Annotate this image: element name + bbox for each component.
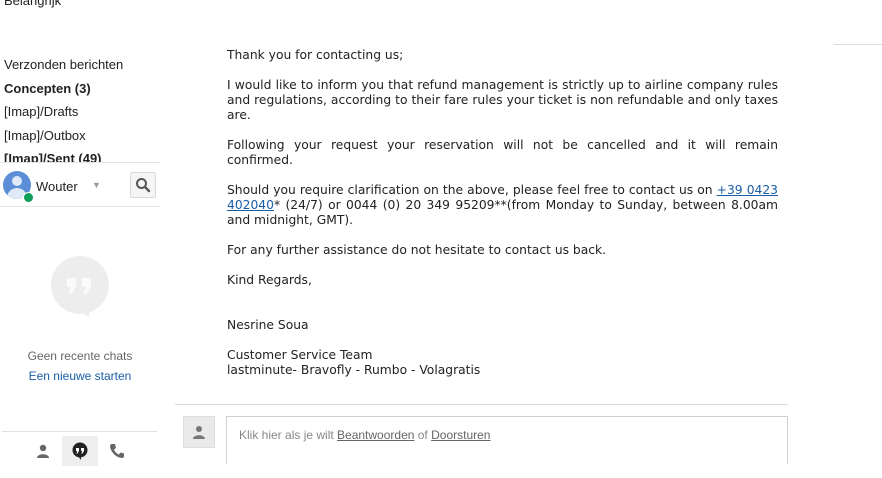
divider <box>0 206 160 207</box>
no-recent-chats-text: Geen recente chats <box>27 349 133 363</box>
sender-name: Nesrine Soua <box>227 318 309 332</box>
person-icon <box>193 426 205 439</box>
search-icon <box>136 178 151 193</box>
avatar <box>183 416 215 448</box>
reply-prompt-text: of <box>414 428 432 442</box>
forward-link[interactable]: Doorsturen <box>431 428 490 442</box>
message-paragraph: For any further assistance do not hesita… <box>227 243 607 257</box>
sender-team: Customer Service Team <box>227 348 373 362</box>
divider <box>175 404 788 405</box>
message-paragraph: Should you require clarification on the … <box>227 183 778 228</box>
reply-prompt-text: Klik hier als je wilt <box>239 428 338 442</box>
folder-item-imap-sent[interactable]: [Imap]/Sent (49) <box>4 151 102 162</box>
sender-brands: lastminute- Bravofly - Rumbo - Volagrati… <box>227 363 481 377</box>
divider <box>2 431 157 432</box>
folder-list: Belangrijk Verzonden berichten Concepten… <box>0 0 160 162</box>
folder-item-imap-drafts[interactable]: [Imap]/Drafts <box>4 104 78 119</box>
chat-user-name[interactable]: Wouter <box>36 179 78 194</box>
left-sidebar: Belangrijk Verzonden berichten Concepten… <box>0 0 160 478</box>
phone-icon <box>110 444 124 458</box>
person-icon <box>37 444 49 458</box>
message-greeting: Thank you for contacting us; <box>227 48 404 62</box>
start-new-chat-link[interactable]: Een nieuwe starten <box>0 369 160 383</box>
message-body: Thank you for contacting us; I would lik… <box>227 48 778 378</box>
message-text: Should you require clarification on the … <box>227 183 717 197</box>
presence-indicator <box>23 192 34 203</box>
tab-contacts[interactable] <box>25 436 61 466</box>
folder-item-belangrijk[interactable]: Belangrijk <box>4 0 61 8</box>
tab-hangouts[interactable] <box>62 436 98 466</box>
divider <box>0 162 160 163</box>
reply-link[interactable]: Beantwoorden <box>337 428 414 442</box>
message-paragraph: Following your request your reservation … <box>227 138 778 167</box>
chevron-down-icon[interactable]: ▼ <box>92 180 101 190</box>
folder-item-imap-outbox[interactable]: [Imap]/Outbox <box>4 128 86 143</box>
chat-user-row: Wouter ▼ <box>0 166 160 206</box>
hangouts-icon <box>50 256 109 316</box>
reply-prompt: Klik hier als je wilt Beantwoorden of Do… <box>239 428 490 442</box>
divider <box>834 44 882 45</box>
tab-phone[interactable] <box>99 436 135 466</box>
hangouts-icon <box>72 442 88 460</box>
message-text: * (24/7) or 0044 (0) 20 349 95209**(from… <box>227 198 778 227</box>
folder-item-verzonden[interactable]: Verzonden berichten <box>4 57 123 72</box>
message-closing: Kind Regards, <box>227 273 312 287</box>
message-paragraph: I would like to inform you that refund m… <box>227 78 778 122</box>
folder-item-concepten[interactable]: Concepten (3) <box>4 81 91 96</box>
reply-box[interactable]: Klik hier als je wilt Beantwoorden of Do… <box>226 416 788 464</box>
chat-search-button[interactable] <box>130 172 156 198</box>
